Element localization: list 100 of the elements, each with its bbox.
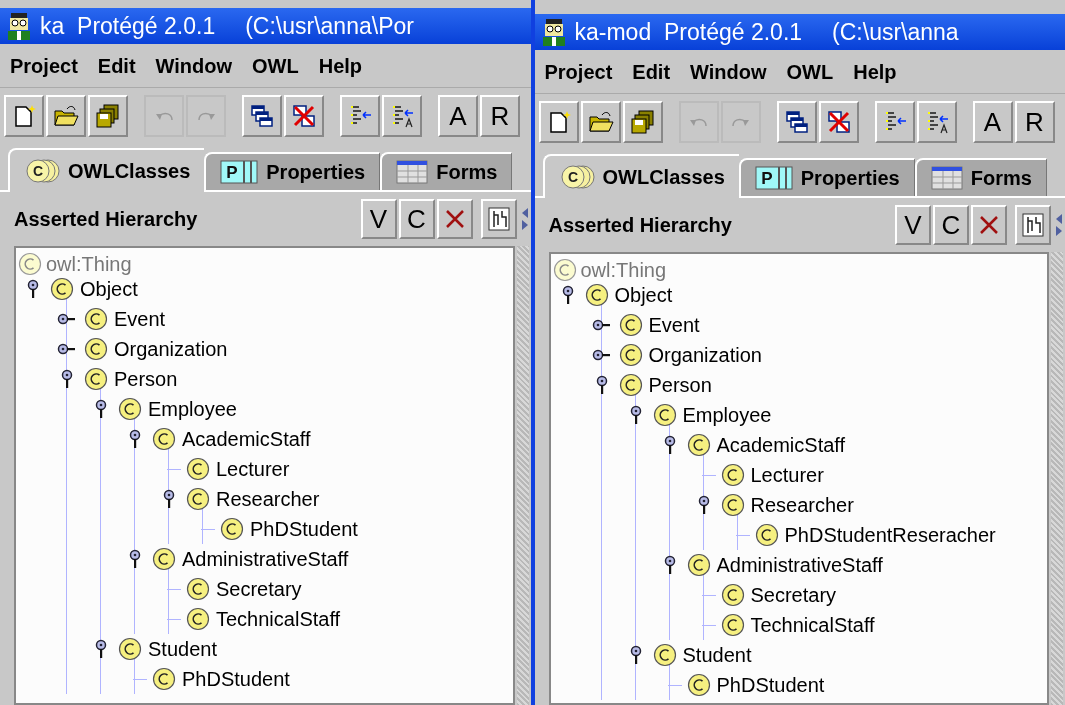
tree-item[interactable]: Person (114, 369, 178, 389)
tree-item[interactable]: AcademicStaff (716, 435, 846, 455)
menu-item[interactable]: OWL (786, 56, 834, 87)
expanded-toggle-icon[interactable] (95, 639, 107, 659)
tree-item[interactable]: AcademicStaff (182, 429, 311, 449)
tab[interactable]: Forms (914, 158, 1047, 196)
class-icon (220, 517, 244, 541)
expanded-toggle-icon[interactable] (663, 555, 676, 575)
letter-button[interactable]: A (438, 95, 478, 137)
menu-item[interactable]: Edit (97, 50, 136, 81)
letter-button[interactable]: A (972, 101, 1013, 143)
class-icon (754, 523, 779, 547)
menu-item[interactable]: Help (318, 50, 363, 81)
tree-item[interactable]: Student (682, 645, 752, 665)
tree-item[interactable]: Lecturer (750, 465, 824, 485)
class-icon (152, 667, 176, 691)
tree-item[interactable]: PhDStudent (716, 675, 825, 695)
menu-item[interactable]: Project (10, 50, 78, 81)
tree-item[interactable]: Secretary (750, 585, 837, 605)
menu-item[interactable]: Window (155, 50, 233, 81)
root-tree-item[interactable]: owl:Thing (46, 254, 132, 274)
class-icon (584, 283, 609, 307)
tree-item[interactable]: Object (80, 279, 138, 299)
hierarchy-view-button[interactable] (1015, 205, 1051, 245)
tree-item[interactable]: Employee (682, 405, 772, 425)
expanded-toggle-icon[interactable] (27, 279, 39, 299)
tree-item[interactable]: Event (114, 309, 166, 329)
tree-item[interactable]: PhDStudentReseracher (784, 525, 996, 545)
tab[interactable]: Forms (380, 152, 513, 190)
collapsed-toggle-icon[interactable] (591, 319, 612, 331)
tab[interactable]: C OWLClasses (8, 148, 205, 192)
class-icon (686, 673, 711, 697)
tree-item[interactable]: Event (648, 315, 700, 335)
tree-item[interactable]: AdministrativeStaff (716, 555, 883, 575)
collapsed-toggle-icon[interactable] (57, 343, 77, 355)
class-icon (186, 607, 210, 631)
expanded-toggle-icon[interactable] (595, 375, 608, 395)
letter-button[interactable]: R (480, 95, 520, 137)
form-grid-icon (396, 159, 429, 185)
expanded-toggle-icon[interactable] (129, 429, 141, 449)
splitter-arrows-icon[interactable] (520, 206, 529, 232)
expanded-toggle-icon[interactable] (629, 645, 642, 665)
collapsed-toggle-icon[interactable] (591, 349, 612, 361)
class-icon (152, 427, 176, 451)
redo-icon (732, 117, 749, 127)
tab[interactable]: P Properties (204, 152, 381, 190)
tree-item[interactable]: Person (648, 375, 712, 395)
delete-button[interactable] (971, 205, 1007, 245)
expanded-toggle-icon[interactable] (561, 285, 574, 305)
hierarchy-view-button[interactable] (480, 199, 517, 239)
expanded-toggle-icon[interactable] (95, 399, 107, 419)
tree-item[interactable]: AdministrativeStaff (182, 549, 349, 569)
menu-item[interactable]: Window (690, 56, 767, 87)
scrollbar-track[interactable] (1051, 252, 1063, 705)
class-icon (118, 397, 142, 421)
redo-icon (197, 111, 215, 121)
expanded-toggle-icon[interactable] (629, 405, 642, 425)
collapsed-toggle-icon[interactable] (57, 313, 77, 325)
delete-button[interactable] (436, 199, 473, 239)
class-icon (618, 343, 643, 367)
tree-item[interactable]: Organization (114, 339, 228, 359)
tree-item[interactable]: Researcher (750, 495, 854, 515)
letter-button[interactable]: R (1014, 101, 1055, 143)
hierarchy-button[interactable]: V (360, 199, 397, 239)
splitter-arrows-icon[interactable] (1055, 212, 1063, 238)
tree-item[interactable]: PhDStudent (182, 669, 290, 689)
class-icon (552, 258, 577, 282)
expanded-toggle-icon[interactable] (129, 549, 141, 569)
hierarchy-button[interactable]: C (933, 205, 969, 245)
expanded-toggle-icon[interactable] (61, 369, 73, 389)
tree-item[interactable]: Object (614, 285, 673, 305)
tree-item[interactable]: Researcher (216, 489, 320, 509)
tab[interactable]: C OWLClasses (542, 154, 739, 198)
class-icon (686, 553, 711, 577)
class-icon (652, 403, 677, 427)
scrollbar-track[interactable] (516, 246, 529, 705)
delete-windows-icon (291, 103, 317, 129)
menu-item[interactable]: Help (853, 56, 897, 87)
tree-item[interactable]: Lecturer (216, 459, 290, 479)
expanded-toggle-icon[interactable] (663, 435, 676, 455)
undo-icon (690, 117, 707, 127)
menu-item[interactable]: Project (544, 56, 613, 87)
hierarchy-button[interactable]: C (398, 199, 435, 239)
tree-item[interactable]: Secretary (216, 579, 302, 599)
expanded-toggle-icon[interactable] (697, 495, 710, 515)
class-icon (186, 577, 210, 601)
tree-item[interactable]: PhDStudent (250, 519, 358, 539)
stacked-windows-icon (249, 103, 275, 129)
menu-item[interactable]: Edit (632, 56, 671, 87)
tree-item[interactable]: Student (148, 639, 217, 659)
root-tree-item[interactable]: owl:Thing (580, 260, 667, 280)
expanded-toggle-icon[interactable] (163, 489, 175, 509)
close-icon (443, 208, 466, 230)
tree-item[interactable]: TechnicalStaff (750, 615, 875, 635)
tree-item[interactable]: TechnicalStaff (216, 609, 341, 629)
tree-item[interactable]: Organization (648, 345, 762, 365)
menu-item[interactable]: OWL (252, 50, 299, 81)
hierarchy-button[interactable]: V (895, 205, 931, 245)
tab[interactable]: P Properties (738, 158, 915, 196)
tree-item[interactable]: Employee (148, 399, 237, 419)
